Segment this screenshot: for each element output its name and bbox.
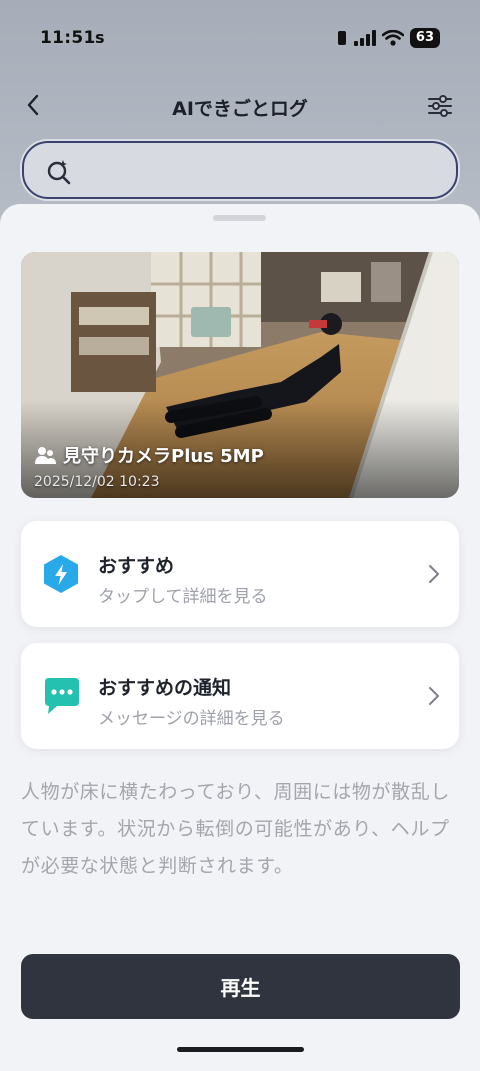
camera-name-row: 見守りカメラPlus 5MP: [35, 442, 264, 468]
card-subtitle: タップして詳細を見る: [98, 587, 268, 607]
sheet-grabber[interactable]: [213, 215, 266, 221]
home-indicator[interactable]: [177, 1047, 304, 1052]
chevron-right-icon: [429, 687, 439, 705]
orientation-lock-icon: [337, 31, 346, 45]
recommendation-card[interactable]: おすすめ タップして詳細を見る: [21, 521, 459, 627]
play-button[interactable]: 再生: [21, 954, 460, 1019]
wifi-icon: [381, 30, 404, 46]
event-detail-sheet: 見守りカメラPlus 5MP 2025/12/02 10:23 おすすめ タップ…: [0, 204, 480, 1029]
event-timestamp: 2025/12/02 10:23: [34, 474, 160, 490]
status-carrier-indicator: s: [95, 28, 105, 47]
card-title: おすすめ: [98, 555, 175, 577]
event-description: 人物が床に横たわっており、周囲には物が散乱しています。状況から転倒の可能性があり…: [21, 781, 450, 877]
status-time: 11:51: [40, 28, 96, 48]
card-subtitle: メッセージの詳細を見る: [98, 709, 285, 729]
ai-search-icon: [47, 160, 71, 185]
cellular-signal-icon: [353, 30, 376, 46]
chevron-right-icon: [429, 565, 439, 583]
battery-icon: 63: [409, 28, 440, 48]
filter-button[interactable]: [424, 90, 456, 122]
camera-name: 見守りカメラPlus 5MP: [63, 446, 264, 467]
search-input[interactable]: [22, 141, 458, 199]
chat-bubble-icon: [45, 678, 79, 714]
notification-recommendation-card[interactable]: おすすめの通知 メッセージの詳細を見る: [21, 643, 459, 749]
sliders-icon: [428, 95, 452, 117]
card-title: おすすめの通知: [98, 677, 232, 699]
bolt-hexagon-icon: [44, 555, 78, 593]
header: AIできごとログ: [0, 84, 480, 128]
people-icon: [35, 447, 56, 464]
page-title: AIできごとログ: [172, 98, 308, 120]
event-snapshot[interactable]: 見守りカメラPlus 5MP 2025/12/02 10:23: [21, 252, 459, 498]
status-bar: 11:51 s 63: [0, 0, 480, 80]
status-icons: 63: [336, 28, 440, 48]
